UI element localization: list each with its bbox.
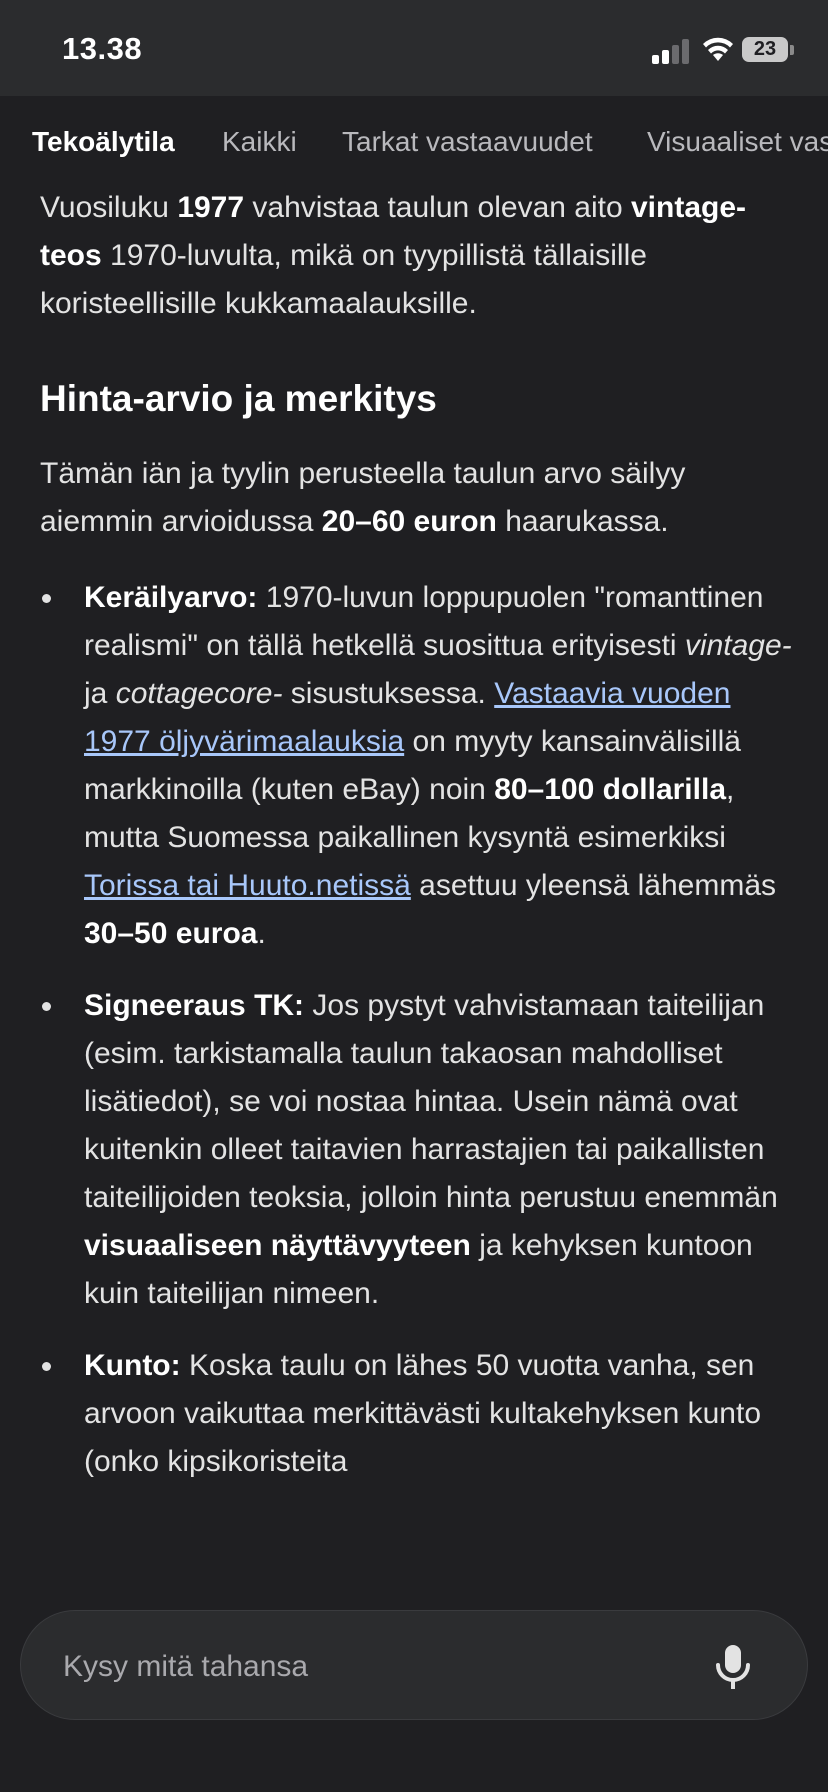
tab-visuaaliset[interactable]: Visuaaliset vas (647, 126, 828, 158)
bullet-list: Keräilyarvo: 1970-luvun loppupuolen "rom… (0, 574, 828, 1510)
microphone-icon[interactable] (713, 1643, 753, 1691)
screen: 13.38 23 Tekoälytila Kaikki Tarkat vasta… (0, 0, 828, 1792)
cellular-signal-icon (652, 34, 692, 64)
section-heading: Hinta-arvio ja merkitys (40, 378, 437, 419)
list-item-kunto: Kunto: Koska taulu on lähes 50 vuotta va… (0, 1342, 794, 1486)
battery-nub (790, 45, 794, 55)
mode-tabs: Tekoälytila Kaikki Tarkat vastaavuudet V… (0, 96, 828, 192)
list-item-keraily: Keräilyarvo: 1970-luvun loppupuolen "rom… (0, 574, 794, 958)
ask-bar[interactable] (20, 1610, 808, 1720)
bullet-dot (42, 594, 51, 603)
ai-answer-content: Vuosiluku 1977 vahvistaa taulun olevan a… (0, 180, 828, 1580)
wifi-icon (703, 37, 733, 61)
link-tori-huutonet[interactable]: Torissa tai Huuto.netissä (84, 869, 411, 902)
summary-paragraph: Tämän iän ja tyylin perusteella taulun a… (40, 457, 686, 538)
intro-paragraph: Vuosiluku 1977 vahvistaa taulun olevan a… (40, 191, 747, 320)
status-bar: 13.38 23 (0, 0, 828, 96)
battery-icon: 23 (742, 37, 788, 62)
bullet-label: Signeeraus TK: (84, 989, 305, 1022)
tab-tekoalytila[interactable]: Tekoälytila (32, 126, 175, 158)
tab-kaikki[interactable]: Kaikki (222, 126, 297, 158)
bullet-label: Keräilyarvo: (84, 581, 258, 614)
tab-tarkat-vastaavuudet[interactable]: Tarkat vastaavuudet (342, 126, 593, 158)
status-time: 13.38 (62, 31, 143, 66)
bullet-dot (42, 1002, 51, 1011)
bullet-dot (42, 1362, 51, 1371)
bullet-label: Kunto: (84, 1349, 181, 1382)
ask-input[interactable] (61, 1641, 685, 1693)
list-item-signeeraus: Signeeraus TK: Jos pystyt vahvistamaan t… (0, 982, 794, 1318)
